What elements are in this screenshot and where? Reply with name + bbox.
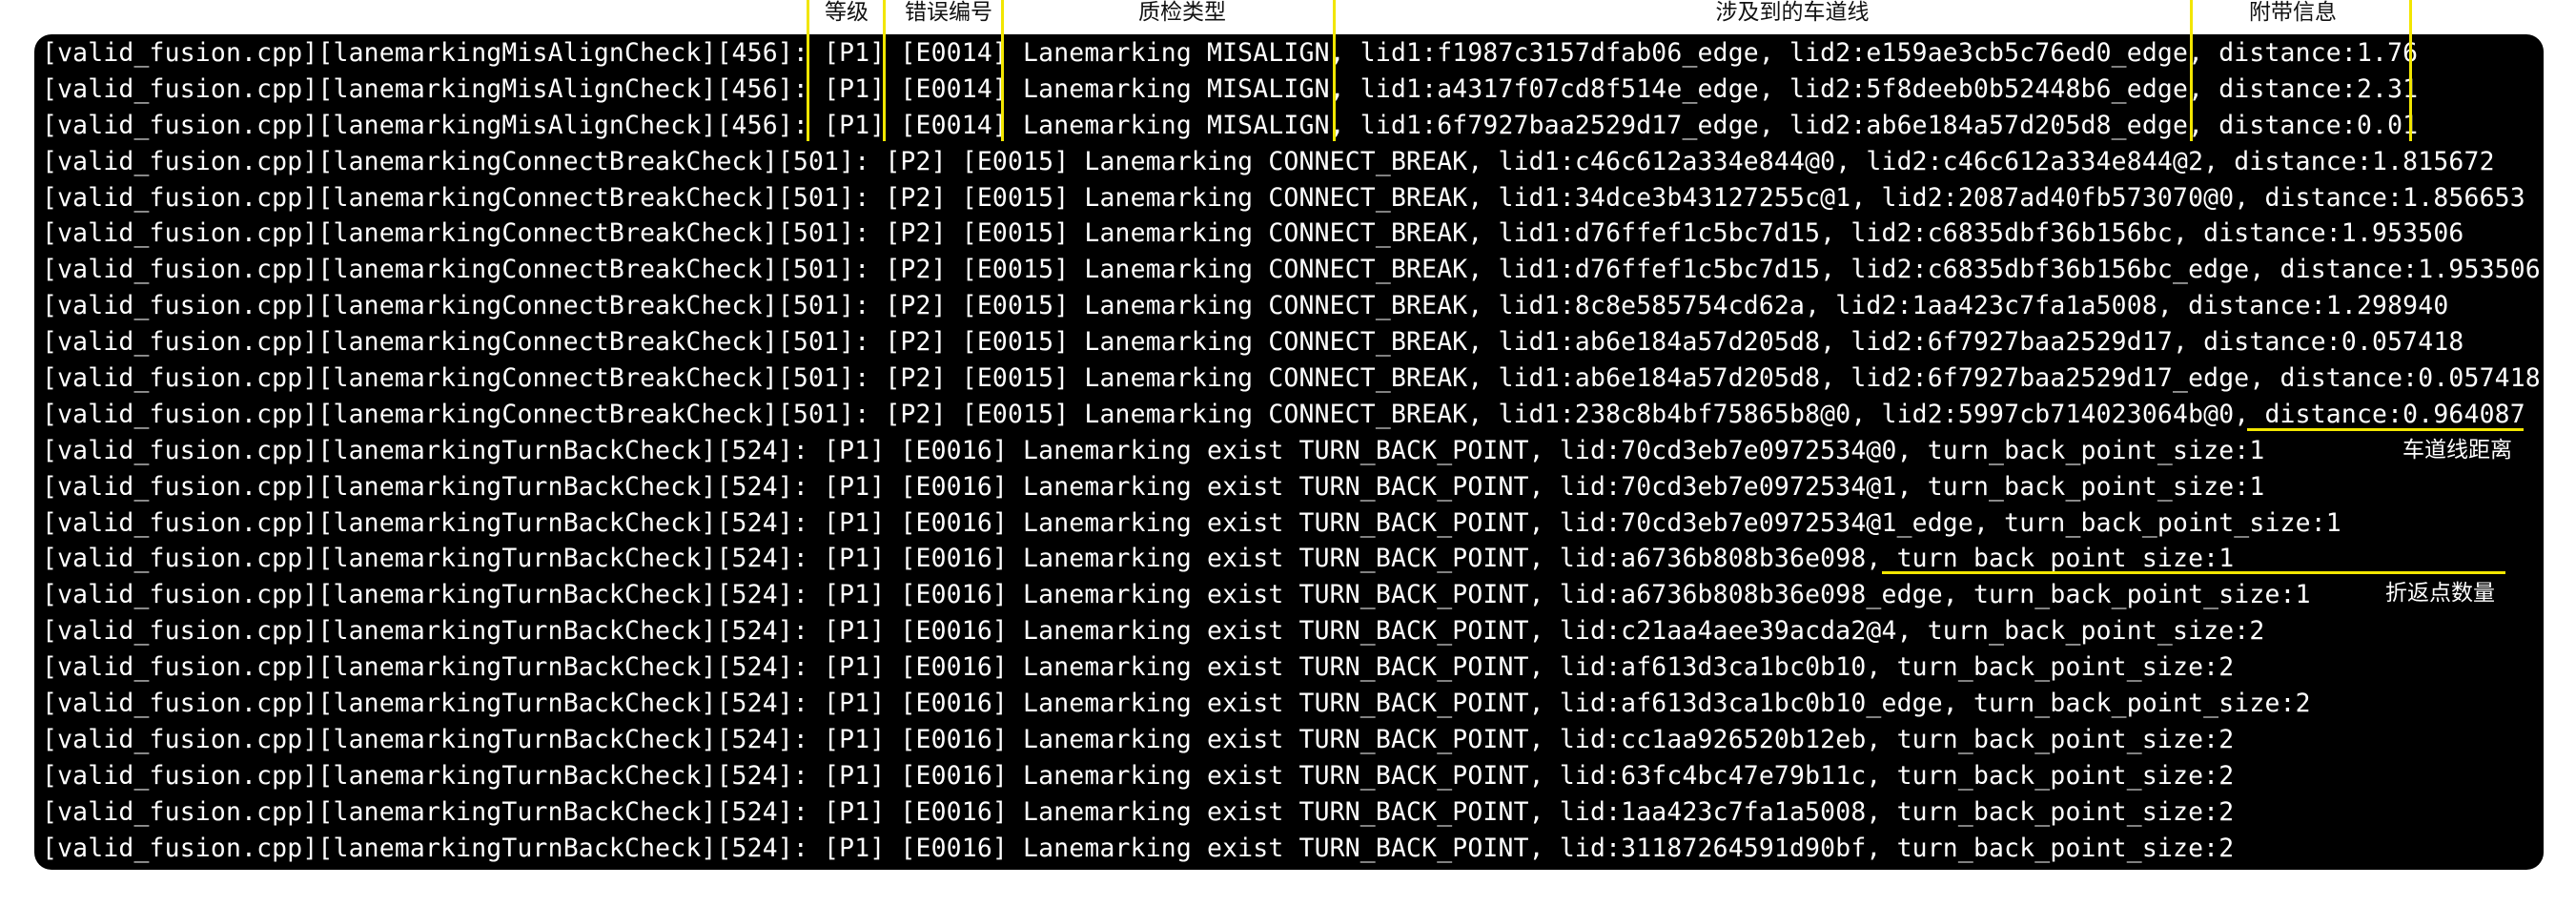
column-label-check-type: 质检类型 (1138, 0, 1226, 25)
terminal-window[interactable]: [valid_fusion.cpp][lanemarkingMisAlignCh… (34, 34, 2544, 870)
note-lane-distance: 车道线距离 (2402, 438, 2512, 463)
log-line: [valid_fusion.cpp][lanemarkingTurnBackCh… (42, 725, 2235, 754)
log-line: [valid_fusion.cpp][lanemarkingTurnBackCh… (42, 761, 2235, 791)
log-line: [valid_fusion.cpp][lanemarkingConnectBre… (42, 183, 2525, 213)
log-line: [valid_fusion.cpp][lanemarkingConnectBre… (42, 147, 2495, 176)
log-line: [valid_fusion.cpp][lanemarkingMisAlignCh… (42, 111, 2419, 140)
log-line: [valid_fusion.cpp][lanemarkingTurnBackCh… (42, 436, 2265, 465)
log-line: [valid_fusion.cpp][lanemarkingTurnBackCh… (42, 834, 2235, 863)
separator-line-error-code-right (1001, 0, 1004, 141)
separator-line-check-type-right (1333, 0, 1336, 141)
separator-line-level-right (883, 0, 886, 141)
log-line: [valid_fusion.cpp][lanemarkingConnectBre… (42, 256, 2541, 285)
log-line: [valid_fusion.cpp][lanemarkingConnectBre… (42, 219, 2464, 249)
column-label-extra-info: 附带信息 (2249, 0, 2337, 25)
annotated-screenshot: 等级 错误编号 质检类型 涉及到的车道线 附带信息 [valid_fusion.… (0, 0, 2576, 906)
log-line: [valid_fusion.cpp][lanemarkingConnectBre… (42, 292, 2449, 321)
log-line: [valid_fusion.cpp][lanemarkingMisAlignCh… (42, 39, 2419, 68)
separator-line-extra-right (2409, 0, 2412, 141)
log-line: [valid_fusion.cpp][lanemarkingTurnBackCh… (42, 690, 2311, 719)
log-line: [valid_fusion.cpp][lanemarkingTurnBackCh… (42, 581, 2311, 610)
log-line: [valid_fusion.cpp][lanemarkingConnectBre… (42, 328, 2464, 358)
log-line: [valid_fusion.cpp][lanemarkingMisAlignCh… (42, 74, 2419, 104)
column-label-lanes-involved: 涉及到的车道线 (1715, 0, 1870, 25)
column-label-level: 等级 (825, 0, 869, 25)
note-turn-back-count: 折返点数量 (2385, 581, 2495, 606)
column-label-error-code: 错误编号 (905, 0, 992, 25)
log-line: [valid_fusion.cpp][lanemarkingConnectBre… (42, 364, 2541, 394)
separator-line-lanes-right (2190, 0, 2193, 141)
log-line: [valid_fusion.cpp][lanemarkingTurnBackCh… (42, 472, 2265, 502)
log-output: [valid_fusion.cpp][lanemarkingMisAlignCh… (42, 36, 2541, 867)
separator-line-level-left (807, 0, 809, 141)
log-line: [valid_fusion.cpp][lanemarkingConnectBre… (42, 400, 2525, 429)
log-line: [valid_fusion.cpp][lanemarkingTurnBackCh… (42, 617, 2265, 647)
log-line: [valid_fusion.cpp][lanemarkingTurnBackCh… (42, 653, 2235, 683)
log-line: [valid_fusion.cpp][lanemarkingTurnBackCh… (42, 797, 2235, 827)
log-line: [valid_fusion.cpp][lanemarkingTurnBackCh… (42, 508, 2341, 538)
